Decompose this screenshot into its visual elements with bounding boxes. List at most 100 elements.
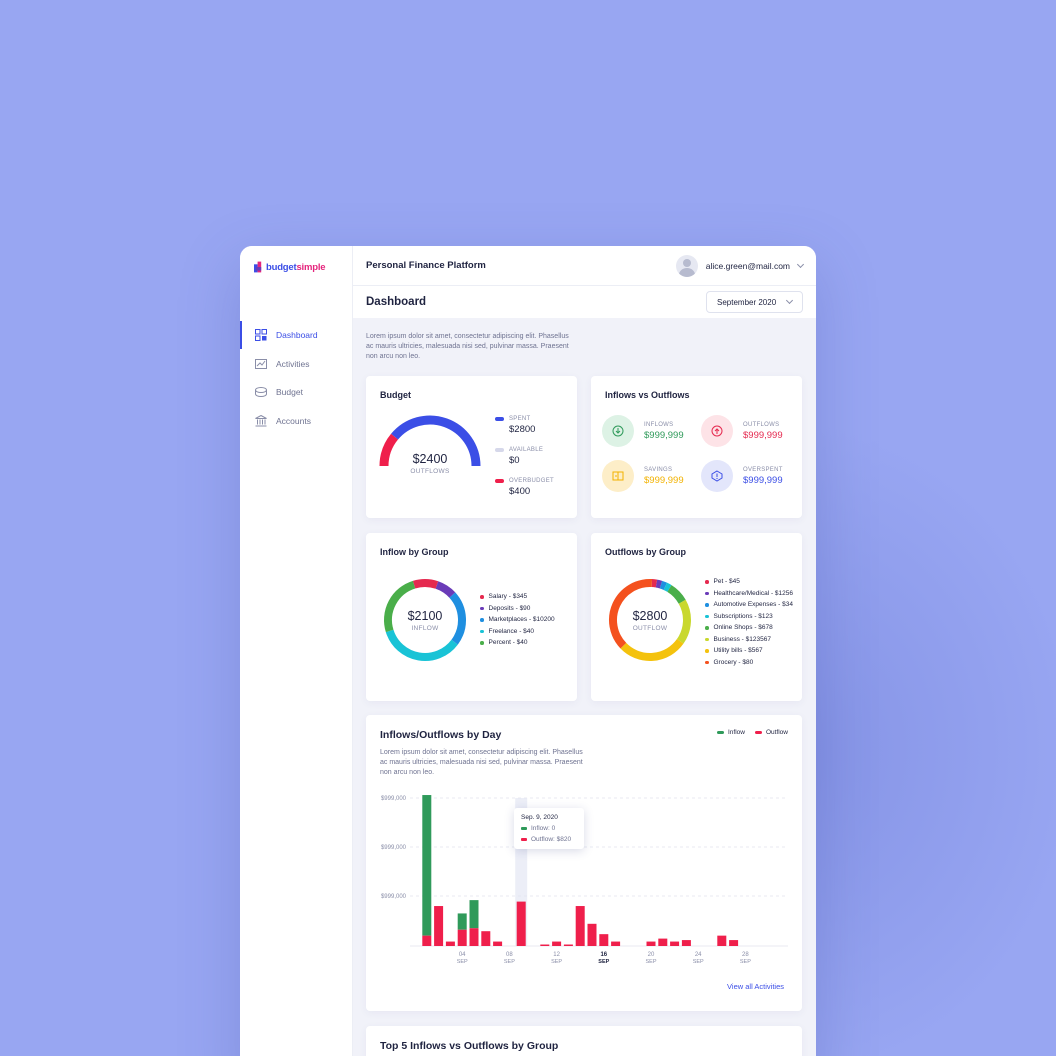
daily-title: Inflows/Outflows by Day — [380, 729, 502, 741]
x-tick-month: SEP — [598, 959, 609, 965]
legend-item: Subscriptions - $123 — [705, 612, 799, 621]
stat-value: $999,999 — [743, 474, 783, 486]
legend-item: Business - $123567 — [705, 635, 799, 644]
inflow-bar[interactable] — [457, 913, 467, 930]
top5-title: Top 5 Inflows vs Outflows by Group — [380, 1040, 559, 1052]
legend-item-inflow[interactable]: Inflow — [716, 729, 745, 736]
outflow-bar[interactable] — [681, 940, 691, 946]
legend-label: Marketplaces - $10200 — [488, 616, 555, 623]
sidebar-item-budget[interactable]: Budget — [240, 378, 353, 407]
sidebar-item-activities[interactable]: Activities — [240, 350, 353, 379]
inout-title: Inflows vs Outflows — [605, 390, 690, 400]
outflow-center: $2800 OUTFLOW — [607, 609, 693, 632]
outflow-bar[interactable] — [611, 941, 621, 946]
donut-slice[interactable] — [667, 585, 686, 604]
legend-item-outflow[interactable]: Outflow — [754, 729, 788, 736]
donut-slice[interactable] — [663, 582, 672, 592]
savings-stat: SAVINGS $999,999 — [602, 460, 684, 492]
outflow-legend: Pet - $45 Healthcare/Medical - $1256 Aut… — [705, 577, 799, 669]
logo[interactable]: budgetsimple — [254, 261, 326, 273]
outflow-bar[interactable] — [658, 938, 668, 946]
x-tick-month: SEP — [504, 959, 515, 965]
legend-item: Marketplaces - $10200 — [480, 615, 572, 624]
inflow-center-label: INFLOW — [411, 625, 439, 632]
page-header: Dashboard September 2020 — [353, 286, 816, 318]
inflow-center-value: $2100 — [407, 609, 443, 623]
arrow-up-icon — [701, 415, 733, 447]
outflow-bar[interactable] — [540, 944, 550, 946]
outflow-center-label: OUTFLOW — [632, 625, 668, 632]
outflow-bar[interactable] — [575, 906, 585, 946]
user-email: alice.green@mail.com — [705, 260, 790, 271]
donut-slice[interactable] — [620, 638, 684, 661]
inflow-legend: Salary - $345 Deposits - $90 Marketplace… — [480, 592, 572, 650]
sidebar-item-label: Dashboard — [276, 330, 318, 341]
outflow-bar[interactable] — [445, 941, 455, 946]
x-tick-day: 08 — [506, 952, 513, 958]
overspent-stat: OVERSPENT $999,999 — [701, 460, 783, 492]
x-tick-month: SEP — [693, 959, 704, 965]
outflow-bar[interactable] — [670, 941, 680, 946]
donut-slice[interactable] — [412, 579, 439, 589]
logo-text: budgetsimple — [266, 261, 326, 273]
outflow-bar[interactable] — [434, 906, 444, 946]
daily-legend: Inflow Outflow — [716, 729, 788, 736]
budget-legend-available: AVAILABLE $0 — [495, 447, 543, 466]
x-tick-day: 16 — [600, 952, 607, 958]
outflow-bar[interactable] — [587, 923, 597, 946]
inflow-bar[interactable] — [469, 900, 479, 929]
outflow-bar[interactable] — [646, 941, 656, 946]
outflows-stat: OUTFLOWS $999,999 — [701, 415, 783, 447]
sidebar-item-dashboard[interactable]: Dashboard — [240, 321, 353, 350]
legend-item: Automotive Expenses - $34 — [705, 600, 799, 609]
outflow-bar[interactable] — [493, 941, 503, 946]
stat-label: INFLOWS — [644, 421, 674, 428]
outflow-bar[interactable] — [516, 901, 526, 946]
x-tick-day: 28 — [742, 952, 749, 958]
stat-label: OVERSPENT — [743, 466, 783, 473]
donut-slice[interactable] — [659, 580, 667, 590]
legend-label: Percent - $40 — [488, 639, 528, 646]
outflow-bar[interactable] — [422, 935, 432, 946]
budget-legend-overbudget: OVERBUDGET $400 — [495, 478, 554, 497]
outflow-bar[interactable] — [481, 931, 491, 946]
outflow-bar[interactable] — [552, 941, 562, 946]
avatar[interactable] — [675, 254, 698, 277]
legend-item: Deposits - $90 — [480, 604, 572, 613]
outflow-bar[interactable] — [599, 934, 609, 946]
month-select[interactable]: September 2020 — [706, 291, 803, 313]
budget-center-value: $2400 — [412, 452, 448, 466]
donut-slice[interactable] — [435, 581, 456, 598]
sidebar-item-accounts[interactable]: Accounts — [240, 407, 353, 436]
stat-value: $999,999 — [644, 474, 684, 486]
donut-slice[interactable] — [651, 579, 658, 588]
view-all-activities-link[interactable]: View all Activities — [727, 982, 784, 991]
outflow-bar[interactable] — [469, 928, 479, 946]
budget-icon — [255, 387, 267, 398]
daily-description: Lorem ipsum dolor sit amet, consectetur … — [380, 749, 583, 776]
dashboard-icon — [255, 329, 267, 342]
outflow-bar[interactable] — [717, 935, 727, 946]
legend-label: Outflow — [765, 729, 788, 736]
x-tick-month: SEP — [645, 959, 656, 965]
x-tick-day: 12 — [553, 952, 560, 958]
inflow-bar[interactable] — [422, 795, 432, 936]
legend-label: SPENT — [509, 416, 531, 422]
legend-value: $2800 — [509, 424, 536, 435]
app-window: budgetsimple Dashboard Activities Budget… — [240, 246, 816, 1056]
outflow-bar[interactable] — [457, 929, 467, 946]
donut-slice[interactable] — [655, 579, 663, 589]
outflow-bar[interactable] — [563, 944, 573, 946]
x-tick-day: 04 — [459, 952, 466, 958]
budget-title: Budget — [380, 390, 411, 400]
legend-label: Pet - $45 — [713, 578, 740, 585]
legend-label: Inflow — [727, 729, 745, 736]
legend-item: Pet - $45 — [705, 577, 799, 586]
arrow-down-icon — [602, 415, 634, 447]
budget-card: Budget $2400 OUTFLOWS SPENT $2800 AVAILA… — [366, 376, 577, 518]
y-tick-label: $999,000 — [381, 845, 407, 851]
user-menu[interactable]: alice.green@mail.com — [675, 254, 805, 277]
donut-slice[interactable] — [385, 629, 458, 661]
outflow-bar[interactable] — [729, 940, 739, 946]
top5-card: Top 5 Inflows vs Outflows by Group — [366, 1026, 802, 1056]
